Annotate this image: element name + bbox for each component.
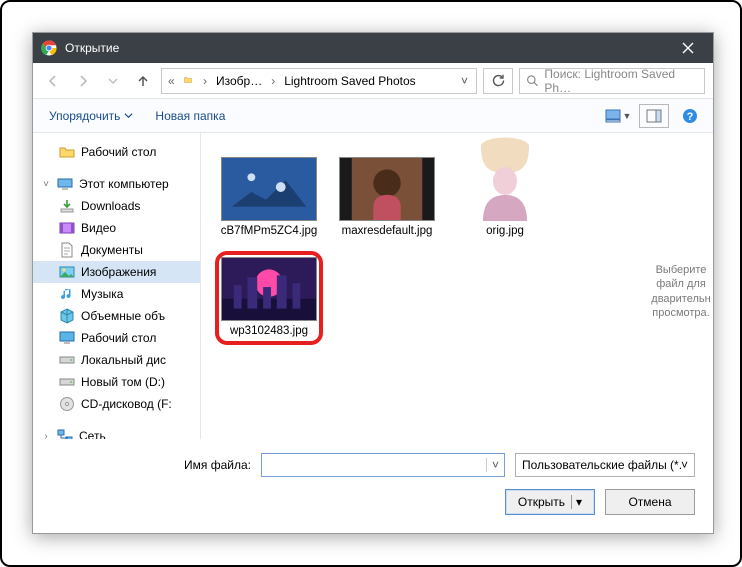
preview-pane: Выберите файл для дварительн просмотра.	[649, 133, 713, 439]
refresh-icon	[491, 74, 505, 88]
expand-toggle[interactable]: ›	[41, 431, 51, 440]
open-button[interactable]: Открыть ▾	[505, 489, 595, 515]
open-dialog: Открытие « › Изобр… › Lightroom Saved Ph…	[32, 32, 714, 534]
new-folder-button[interactable]: Новая папка	[147, 105, 233, 127]
chevron-right-icon: ›	[266, 74, 280, 88]
close-icon	[682, 42, 694, 54]
window-title: Открытие	[65, 41, 667, 55]
tree-node-cd-drive[interactable]: CD-дисковод (F:	[33, 393, 200, 415]
tree-node-downloads[interactable]: Downloads	[33, 195, 200, 217]
tree-node-desktop2[interactable]: Рабочий стол	[33, 327, 200, 349]
nav-up-button[interactable]	[131, 69, 155, 93]
help-button[interactable]: ?	[675, 104, 705, 128]
filename-combobox[interactable]: ˅	[261, 453, 505, 477]
file-item[interactable]: orig.jpg	[451, 151, 559, 245]
file-thumbnail	[221, 257, 317, 321]
search-input[interactable]: Поиск: Lightroom Saved Ph…	[519, 68, 705, 94]
computer-icon	[57, 176, 73, 192]
desktop-icon	[59, 330, 75, 346]
chevron-down-icon	[108, 76, 118, 86]
command-bar: Упорядочить Новая папка ▼ ?	[33, 99, 713, 133]
tree-node-music[interactable]: Музыка	[33, 283, 200, 305]
tree-node-network[interactable]: › Сеть	[33, 425, 200, 439]
preview-pane-button[interactable]	[639, 104, 669, 128]
address-bar: « › Изобр… › Lightroom Saved Photos ˅ По…	[33, 63, 713, 99]
chevron-right-icon: ›	[198, 74, 212, 88]
tree-node-this-pc[interactable]: ˅ Этот компьютер	[33, 173, 200, 195]
tree-node-desktop[interactable]: Рабочий стол	[33, 141, 200, 163]
screenshot-frame: Открытие « › Изобр… › Lightroom Saved Ph…	[0, 0, 742, 567]
file-name: orig.jpg	[486, 225, 524, 239]
tree-node-pictures[interactable]: Изображения	[33, 261, 200, 283]
svg-text:?: ?	[687, 111, 694, 123]
file-item[interactable]: cB7fMPm5ZC4.jpg	[215, 151, 323, 245]
thumbnails-icon	[605, 109, 621, 123]
search-icon	[526, 74, 538, 87]
view-mode-button[interactable]: ▼	[603, 104, 633, 128]
breadcrumb-segment[interactable]: Lightroom Saved Photos	[280, 74, 419, 88]
file-tiles[interactable]: cB7fMPm5ZC4.jpg maxresdefault.jpg orig.j…	[201, 133, 649, 439]
help-icon: ?	[682, 108, 698, 124]
navigation-tree[interactable]: Рабочий стол ˅ Этот компьютер Downloads …	[33, 133, 201, 439]
expand-toggle[interactable]: ˅	[41, 179, 51, 190]
file-type-filter[interactable]: Пользовательские файлы (*.jf ˅	[515, 453, 695, 477]
nav-forward-button[interactable]	[71, 69, 95, 93]
filename-input[interactable]	[262, 454, 486, 476]
dialog-footer: Имя файла: ˅ Пользовательские файлы (*.j…	[33, 439, 713, 533]
video-icon	[59, 220, 75, 236]
tree-node-documents[interactable]: Документы	[33, 239, 200, 261]
file-name: maxresdefault.jpg	[342, 225, 433, 239]
cube-icon	[59, 308, 75, 324]
file-name: cB7fMPm5ZC4.jpg	[221, 225, 318, 239]
network-icon	[57, 428, 73, 439]
breadcrumb[interactable]: « › Изобр… › Lightroom Saved Photos ˅	[161, 68, 477, 94]
chevron-left-icon[interactable]: «	[164, 74, 178, 88]
music-icon	[59, 286, 75, 302]
arrow-up-icon	[136, 74, 150, 88]
documents-icon	[59, 242, 75, 258]
chevron-down-icon	[124, 111, 133, 120]
file-item-highlighted[interactable]: wp3102483.jpg	[215, 251, 323, 345]
tree-node-videos[interactable]: Видео	[33, 217, 200, 239]
nav-back-button[interactable]	[41, 69, 65, 93]
file-thumbnail	[469, 137, 541, 221]
file-thumbnail	[221, 157, 317, 221]
chrome-icon	[41, 40, 57, 56]
cancel-button[interactable]: Отмена	[605, 489, 695, 515]
tree-node-3dobjects[interactable]: Объемные объ	[33, 305, 200, 327]
folder-icon	[59, 144, 75, 160]
nav-recent-button[interactable]	[101, 69, 125, 93]
breadcrumb-segment[interactable]: Изобр…	[212, 74, 266, 88]
file-name: wp3102483.jpg	[230, 325, 308, 339]
files-area: cB7fMPm5ZC4.jpg maxresdefault.jpg orig.j…	[201, 133, 713, 439]
tree-node-local-disk-c[interactable]: Локальный дис	[33, 349, 200, 371]
refresh-button[interactable]	[483, 68, 513, 94]
arrow-left-icon	[46, 74, 60, 88]
preview-message: Выберите файл для дварительн просмотра.	[651, 264, 710, 319]
disc-icon	[59, 396, 75, 412]
tree-node-new-volume-d[interactable]: Новый том (D:)	[33, 371, 200, 393]
organize-button[interactable]: Упорядочить	[41, 105, 141, 127]
chevron-down-icon[interactable]: ˅	[486, 458, 504, 472]
pictures-icon	[59, 264, 75, 280]
close-button[interactable]	[667, 33, 709, 63]
open-split-dropdown[interactable]: ▾	[571, 495, 582, 509]
file-thumbnail	[339, 157, 435, 221]
drive-icon	[59, 374, 75, 390]
file-item[interactable]: maxresdefault.jpg	[333, 151, 441, 245]
preview-pane-icon	[646, 109, 662, 123]
chevron-down-icon: ˅	[681, 458, 688, 472]
breadcrumb-dropdown[interactable]: ˅	[455, 74, 474, 88]
drive-icon	[59, 352, 75, 368]
search-placeholder: Поиск: Lightroom Saved Ph…	[544, 67, 698, 95]
downloads-icon	[59, 198, 75, 214]
titlebar: Открытие	[33, 33, 713, 63]
folder-icon	[180, 73, 196, 89]
dialog-body: Рабочий стол ˅ Этот компьютер Downloads …	[33, 133, 713, 439]
filename-label: Имя файла:	[51, 458, 251, 472]
arrow-right-icon	[76, 74, 90, 88]
